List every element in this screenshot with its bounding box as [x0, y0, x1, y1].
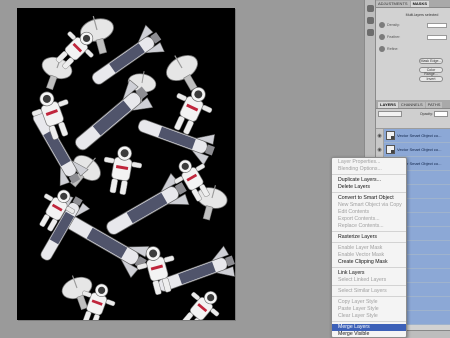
menu-item-select-similar-layers: Select Similar Layers	[338, 288, 387, 294]
astronaut-graphic	[31, 91, 69, 140]
density-row: Density:	[379, 22, 447, 28]
menu-separator	[332, 242, 406, 243]
refine-icon	[379, 46, 385, 52]
shuttle-graphic	[75, 79, 154, 151]
tab-masks[interactable]: MASKS	[410, 1, 430, 7]
menu-item-new-smart-object-via-copy: New Smart Object via Copy	[338, 202, 402, 208]
menu-item-clear-layer-style: Clear Layer Style	[338, 313, 378, 319]
feather-label: Feather:	[387, 35, 401, 39]
layer-options-bar: Opacity:	[376, 109, 450, 129]
menu-item-copy-layer-style: Copy Layer Style	[338, 299, 378, 305]
menu-item-rasterize-layers[interactable]: Rasterize Layers	[332, 234, 406, 241]
menu-separator	[332, 296, 406, 297]
satellite-dish-graphic	[41, 55, 73, 91]
adjustments-icon[interactable]	[366, 5, 374, 12]
space-collage-artwork	[31, 15, 235, 320]
color-range-button[interactable]: Color Range...	[419, 67, 443, 76]
layer-row[interactable]: ◉ Vector Smart Object co...	[376, 128, 450, 143]
document-canvas[interactable]	[17, 8, 235, 320]
tab-adjustments[interactable]: ADJUSTMENTS	[376, 1, 410, 7]
menu-separator	[332, 267, 406, 268]
menu-item-layer-properties: Layer Properties...	[338, 159, 381, 165]
feather-row: Feather:	[379, 34, 447, 40]
tab-channels[interactable]: CHANNELS	[398, 102, 425, 108]
menu-item-paste-layer-style: Paste Layer Style	[338, 306, 379, 312]
astronaut-graphic	[103, 145, 143, 195]
menu-item-enable-vector-mask: Enable Vector Mask	[338, 252, 385, 258]
refine-row: Refine:	[379, 46, 447, 52]
workspace	[0, 0, 364, 338]
layer-name: Vector Smart Object co...	[397, 133, 442, 138]
feather-icon	[379, 34, 385, 40]
menu-item-delete-layers[interactable]: Delete Layers	[332, 184, 406, 191]
layer-thumbnail	[386, 145, 395, 154]
shuttle-graphic	[137, 119, 216, 166]
invert-button[interactable]: Invert	[419, 76, 443, 82]
menu-item-create-clipping-mask[interactable]: Create Clipping Mask	[332, 259, 406, 266]
refine-label: Refine:	[387, 47, 399, 51]
layer-name: Vector Smart Object co...	[397, 147, 442, 152]
tab-paths[interactable]: PATHS	[425, 102, 443, 108]
masks-panel: ADJUSTMENTS MASKS Multi-layers selected …	[376, 0, 450, 100]
opacity-label: Opacity:	[419, 111, 433, 116]
menu-item-merge-layers[interactable]: Merge Layers	[332, 324, 406, 331]
menu-separator	[332, 321, 406, 322]
menu-item-convert-to-smart-object[interactable]: Convert to Smart Object	[332, 195, 406, 202]
menu-separator	[332, 285, 406, 286]
layers-tabbar: LAYERS CHANNELS PATHS	[376, 100, 450, 109]
menu-separator	[332, 231, 406, 232]
menu-item-select-linked-layers: Select Linked Layers	[338, 277, 387, 283]
mask-status: Multi-layers selected	[405, 13, 439, 17]
blend-mode-select[interactable]	[378, 111, 402, 117]
layer-context-menu: Layer Properties... Blending Options... Du…	[331, 157, 407, 338]
opacity-control: Opacity:	[420, 111, 448, 117]
mask-edge-button[interactable]: Mask Edge...	[419, 58, 443, 64]
menu-item-duplicate-layers[interactable]: Duplicate Layers...	[332, 177, 406, 184]
visibility-eye-icon[interactable]: ◉	[376, 142, 384, 157]
menu-item-replace-contents: Replace Contents...	[338, 223, 384, 229]
menu-item-blending-options: Blending Options...	[338, 166, 382, 172]
menu-item-enable-layer-mask: Enable Layer Mask	[338, 245, 383, 251]
menu-separator	[332, 192, 406, 193]
menu-item-merge-visible[interactable]: Merge Visible	[332, 331, 406, 337]
masks-icon[interactable]	[366, 17, 374, 24]
astronaut-graphic	[181, 291, 220, 320]
feather-field[interactable]	[427, 34, 447, 40]
menu-item-edit-contents: Edit Contents	[338, 209, 370, 215]
menu-item-link-layers[interactable]: Link Layers	[332, 270, 406, 277]
density-icon	[379, 22, 385, 28]
masks-tabbar: ADJUSTMENTS MASKS	[376, 0, 450, 8]
opacity-field[interactable]	[434, 111, 448, 117]
menu-item-export-contents: Export Contents...	[338, 216, 380, 222]
tab-layers[interactable]: LAYERS	[378, 102, 398, 108]
menu-separator	[332, 174, 406, 175]
density-label: Density:	[387, 23, 400, 27]
visibility-eye-icon[interactable]: ◉	[376, 128, 384, 143]
density-field[interactable]	[427, 22, 447, 28]
layer-thumbnail	[386, 131, 395, 140]
layer-row[interactable]: ◉ Vector Smart Object co...	[376, 142, 450, 157]
history-icon[interactable]	[366, 29, 374, 36]
